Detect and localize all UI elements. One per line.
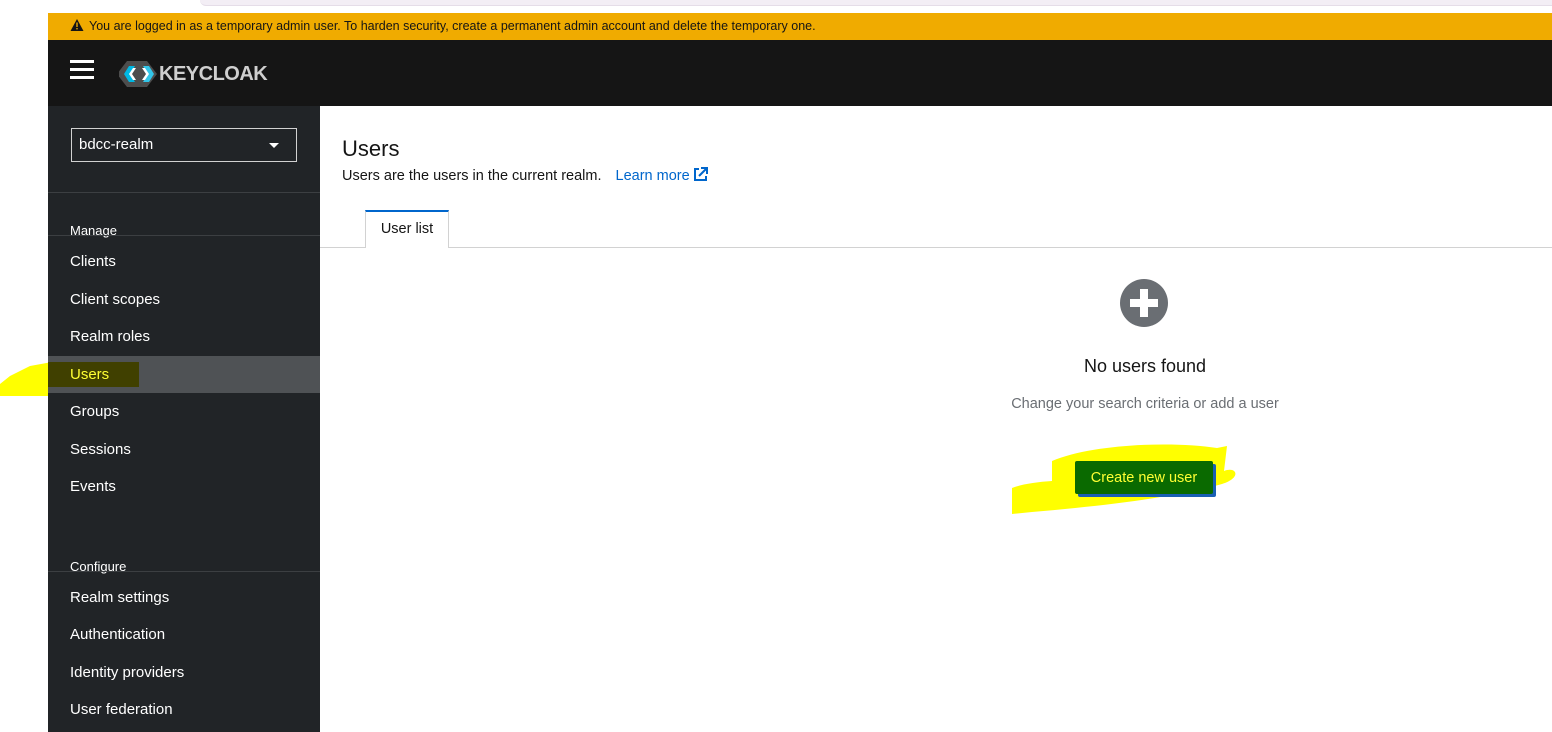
sidebar-item-label: Events: [70, 478, 116, 495]
empty-state-title: No users found: [1083, 356, 1207, 376]
keycloak-logo[interactable]: KEYCLOAK: [119, 59, 268, 89]
warning-icon: [70, 19, 84, 31]
divider: [48, 571, 320, 572]
sidebar-item-authentication[interactable]: Authentication: [48, 616, 320, 653]
highlight-mark: [0, 362, 52, 396]
sidebar-item-label: Identity providers: [70, 664, 185, 681]
page-title: Users: [342, 136, 400, 161]
external-link-icon: [693, 167, 708, 181]
sidebar-item-client-scopes[interactable]: Client scopes: [48, 281, 320, 318]
temporary-admin-banner: You are logged in as a temporary admin u…: [48, 13, 1552, 40]
sidebar: bdcc-realm Manage Clients Client scopes …: [48, 106, 320, 732]
sidebar-item-sessions[interactable]: Sessions: [48, 431, 320, 468]
browser-top-strip: [200, 0, 1552, 6]
keycloak-admin-console: You are logged in as a temporary admin u…: [48, 13, 1552, 732]
plus-circle-icon: [1120, 279, 1168, 327]
sidebar-item-label: Sessions: [70, 441, 131, 458]
divider: [48, 235, 320, 236]
sidebar-item-label: Clients: [70, 253, 116, 270]
sidebar-item-label: Realm roles: [70, 328, 151, 345]
sidebar-item-user-federation[interactable]: User federation: [48, 691, 320, 728]
hamburger-icon[interactable]: [70, 60, 94, 82]
sidebar-item-label: Authentication: [70, 626, 166, 643]
sidebar-item-label: Users: [48, 362, 140, 387]
sidebar-item-realm-settings[interactable]: Realm settings: [48, 579, 320, 616]
description-text: Users are the users in the current realm…: [342, 168, 602, 184]
sidebar-item-realm-roles[interactable]: Realm roles: [48, 318, 320, 355]
realm-name: bdcc-realm: [79, 136, 154, 153]
empty-state-body: Change your search criteria or add a use…: [1011, 396, 1279, 412]
divider: [48, 192, 320, 193]
sidebar-item-label: Realm settings: [70, 589, 170, 606]
learn-more-link[interactable]: Learn more: [615, 167, 708, 184]
page-description: Users are the users in the current realm…: [342, 167, 708, 184]
keycloak-logo-icon: [119, 61, 157, 87]
logo-text: KEYCLOAK: [159, 62, 268, 85]
main-content: Users Users are the users in the current…: [320, 106, 1552, 732]
tabs-border: [320, 247, 1552, 248]
create-new-user-button[interactable]: Create new user: [1075, 461, 1213, 494]
realm-selector[interactable]: bdcc-realm: [71, 128, 297, 162]
learn-more-label: Learn more: [615, 168, 690, 184]
sidebar-item-groups[interactable]: Groups: [48, 393, 320, 430]
sidebar-item-events[interactable]: Events: [48, 468, 320, 505]
sidebar-item-users[interactable]: Users: [48, 356, 320, 393]
sidebar-item-label: User federation: [70, 701, 173, 718]
banner-text: You are logged in as a temporary admin u…: [89, 19, 816, 33]
sidebar-item-label: Client scopes: [70, 291, 161, 308]
sidebar-item-label: Groups: [70, 403, 120, 420]
sidebar-item-clients[interactable]: Clients: [48, 243, 320, 280]
tab-user-list[interactable]: User list: [365, 210, 449, 248]
sidebar-item-identity-providers[interactable]: Identity providers: [48, 654, 320, 691]
masthead: KEYCLOAK: [48, 40, 1552, 106]
caret-down-icon: [269, 143, 279, 148]
